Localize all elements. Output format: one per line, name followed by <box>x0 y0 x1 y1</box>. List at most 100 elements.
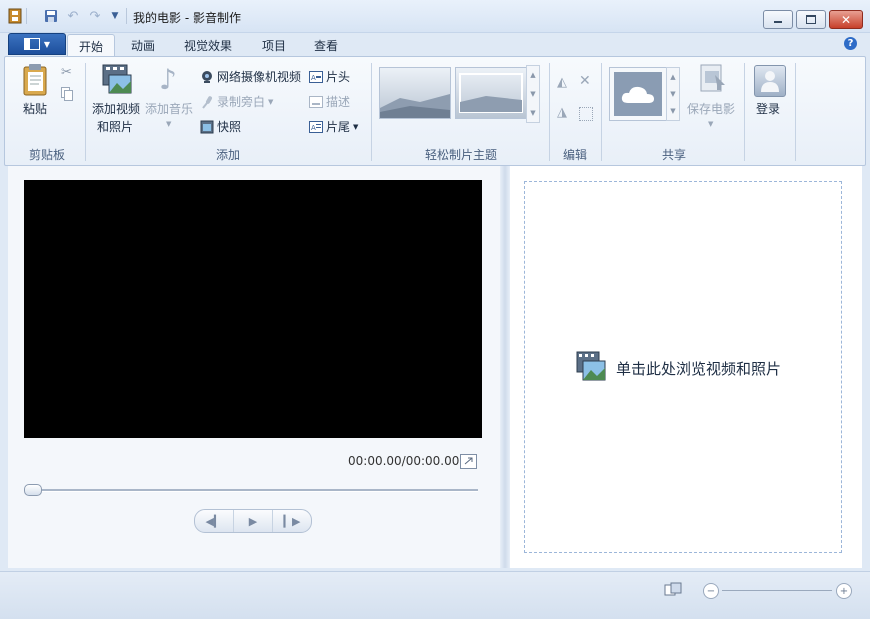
seek-bar[interactable] <box>26 489 478 492</box>
gallery-expand-icon: ▼ <box>670 107 676 116</box>
title-label: 片头 <box>326 70 351 84</box>
close-button[interactable]: ✕ <box>829 10 863 29</box>
group-divider <box>795 63 796 161</box>
divider <box>126 8 127 24</box>
next-frame-icon[interactable]: ▎▶ <box>273 510 311 532</box>
video-preview[interactable] <box>24 180 482 438</box>
themes-group-label: 轻松制片主题 <box>424 148 497 162</box>
close-icon: ✕ <box>840 12 852 27</box>
add-video-photo-line1[interactable]: 添加视频 <box>92 100 140 117</box>
undo-icon[interactable]: ↶ <box>64 8 82 24</box>
chevron-down-icon: ▼ <box>353 122 359 131</box>
seek-thumb[interactable] <box>24 484 42 496</box>
scroll-up-icon: ▲ <box>530 71 536 80</box>
share-group-label: 共享 <box>661 148 686 162</box>
share-gallery-scroll[interactable]: ▲ ▼ ▼ <box>666 67 680 121</box>
caption-label: 描述 <box>326 95 351 109</box>
redo-icon[interactable]: ↷ <box>86 8 104 24</box>
group-divider <box>744 63 745 161</box>
snapshot-button[interactable]: 快照 <box>200 118 241 135</box>
playback-controls: ◀▎ ▶ ▎▶ <box>194 509 312 533</box>
group-divider <box>85 63 86 161</box>
svg-text:A: A <box>311 124 316 132</box>
help-icon[interactable]: ? <box>844 37 857 50</box>
title-icon: A <box>309 70 323 84</box>
group-divider <box>601 63 602 161</box>
svg-text:A: A <box>311 74 316 82</box>
webcam-video-label: 网络摄像机视频 <box>217 70 302 84</box>
snapshot-icon <box>200 120 214 134</box>
cut-icon[interactable]: ✂ <box>61 65 72 80</box>
add-video-photo-icon <box>101 63 133 97</box>
rotate-left-icon[interactable]: ◭ <box>557 75 567 90</box>
tab-view[interactable]: 查看 <box>304 34 348 56</box>
film-photo-icon <box>576 351 606 385</box>
copy-icon[interactable] <box>61 87 73 101</box>
theme-thumbnail-1[interactable] <box>379 67 451 119</box>
zoom-slider[interactable] <box>722 590 832 591</box>
title-bar: ↶ ↷ ▼ 我的电影 - 影音制作 ✕ <box>0 0 870 33</box>
add-music-button[interactable]: 添加音乐 <box>145 100 193 117</box>
rotate-right-icon[interactable]: ◮ <box>557 105 567 120</box>
webcam-video-button[interactable]: 网络摄像机视频 <box>200 68 301 85</box>
browse-media-label: 单击此处浏览视频和照片 <box>616 359 782 378</box>
microphone-icon <box>200 95 214 109</box>
menu-icon <box>23 38 40 50</box>
caption-icon <box>309 95 323 109</box>
paste-button[interactable]: 粘贴 <box>23 100 47 117</box>
minimize-icon <box>774 21 782 23</box>
onedrive-share-button[interactable] <box>609 67 667 121</box>
scroll-down-icon: ▼ <box>670 89 676 98</box>
tab-project[interactable]: 项目 <box>252 34 296 56</box>
caption-button[interactable]: 描述 <box>309 93 350 110</box>
chevron-down-icon: ▼ <box>43 39 51 49</box>
cloud-icon <box>614 72 662 116</box>
add-group-label: 添加 <box>215 148 240 162</box>
scroll-up-icon: ▲ <box>670 72 676 81</box>
window-title: 我的电影 - 影音制作 <box>133 11 241 25</box>
theme-thumbnail-2[interactable] <box>455 67 527 119</box>
play-icon[interactable]: ▶ <box>234 510 273 532</box>
credits-button[interactable]: A 片尾 ▼ <box>309 118 358 135</box>
browse-media-link[interactable]: 单击此处浏览视频和照片 <box>576 351 781 385</box>
ribbon-tab-row: ▼ 开始 动画 视觉效果 项目 查看 ? <box>0 32 870 57</box>
minimize-button[interactable] <box>763 10 793 29</box>
customize-dropdown-icon[interactable]: ▼ <box>106 8 124 24</box>
save-icon[interactable] <box>42 8 60 24</box>
application-menu-button[interactable]: ▼ <box>8 33 66 55</box>
status-bar <box>0 571 870 619</box>
record-narration-button[interactable]: 录制旁白 ▼ <box>200 93 273 110</box>
zoom-in-button[interactable]: + <box>836 583 852 599</box>
paste-icon <box>21 63 51 99</box>
thumbnail-view-icon[interactable] <box>664 582 682 598</box>
webcam-icon <box>200 70 214 84</box>
credits-label: 片尾 <box>326 120 351 134</box>
snapshot-label: 快照 <box>217 120 242 134</box>
app-icon[interactable] <box>6 8 24 24</box>
title-button[interactable]: A 片头 <box>309 68 350 85</box>
save-movie-icon <box>697 63 727 97</box>
chevron-down-icon: ▼ <box>166 120 172 128</box>
user-avatar-icon <box>754 65 786 97</box>
sign-in-button[interactable]: 登录 <box>756 100 780 117</box>
remove-icon[interactable]: ✕ <box>579 73 591 89</box>
pane-splitter[interactable] <box>500 166 510 568</box>
chevron-down-icon: ▼ <box>708 120 714 128</box>
credits-icon: A <box>309 120 323 134</box>
zoom-out-button[interactable]: − <box>703 583 719 599</box>
timecode-display: 00:00.00/00:00.00 <box>348 454 460 468</box>
group-divider <box>371 63 372 161</box>
group-divider <box>549 63 550 161</box>
fullscreen-icon[interactable] <box>460 454 477 469</box>
tab-home[interactable]: 开始 <box>67 34 115 57</box>
add-video-photo-line2[interactable]: 和照片 <box>97 118 133 135</box>
previous-frame-icon[interactable]: ◀▎ <box>195 510 234 532</box>
tab-visual-effects[interactable]: 视觉效果 <box>174 34 242 56</box>
select-all-icon[interactable] <box>579 107 593 121</box>
scroll-down-icon: ▼ <box>530 89 536 98</box>
themes-gallery-scroll[interactable]: ▲ ▼ ▼ <box>526 65 540 123</box>
maximize-button[interactable] <box>796 10 826 29</box>
tab-animations[interactable]: 动画 <box>120 34 166 56</box>
record-narration-label: 录制旁白 <box>217 95 266 109</box>
save-movie-button[interactable]: 保存电影 <box>687 100 735 117</box>
